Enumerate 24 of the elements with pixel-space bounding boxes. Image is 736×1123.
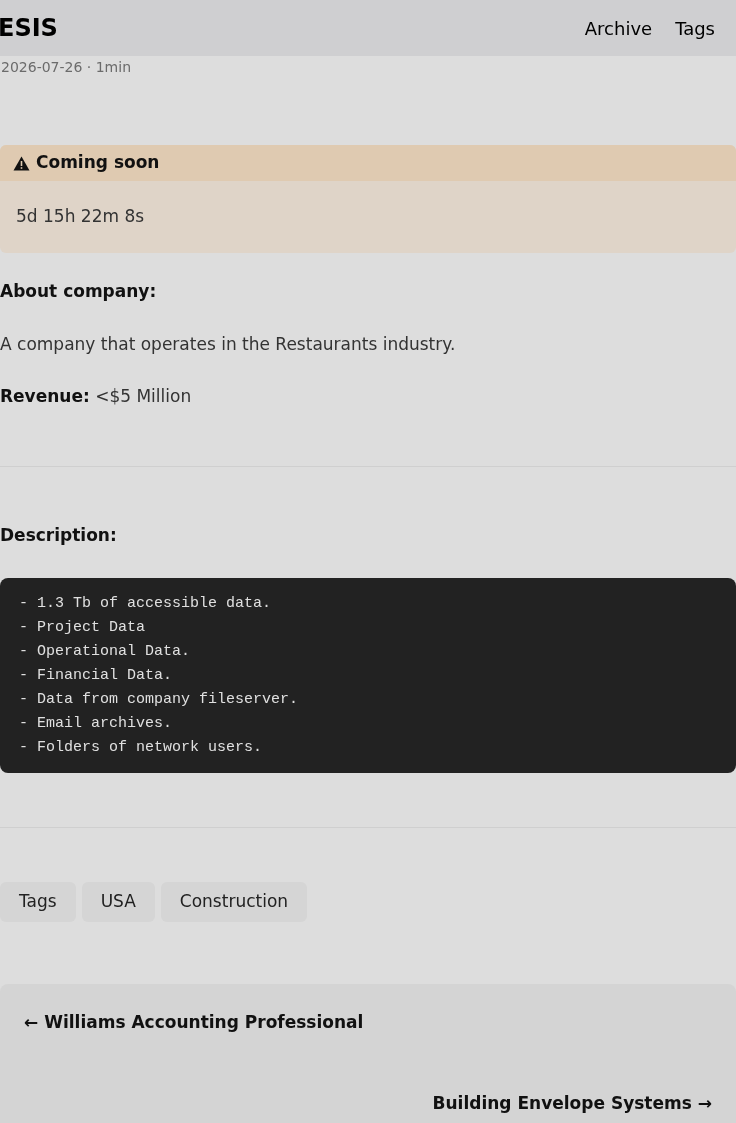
code-line: - Data from company fileserver. bbox=[19, 690, 300, 710]
code-line: - Project Data bbox=[19, 618, 147, 638]
countdown-text: 5d 15h 22m 8s bbox=[16, 205, 145, 229]
code-line: - Folders of network users. bbox=[19, 738, 264, 758]
code-line: - Financial Data. bbox=[19, 666, 174, 686]
company-description: A company that operates in the Restaurants industry. bbox=[0, 332, 457, 356]
post-meta: 2026-07-26 · 1min bbox=[1, 59, 132, 75]
site-title: ESIS bbox=[0, 13, 58, 44]
nav-link[interactable]: Tags bbox=[675, 14, 715, 42]
tag-chip[interactable]: Construction bbox=[160, 882, 308, 922]
section-heading: Description: bbox=[0, 524, 117, 545]
section-heading: About company: bbox=[0, 280, 158, 303]
tag-chip[interactable]: Tags bbox=[0, 882, 76, 922]
previous-post-link[interactable]: ← Williams Accounting Professional bbox=[24, 1010, 364, 1036]
warning-icon bbox=[13, 155, 30, 171]
nav-link[interactable]: Archive bbox=[584, 14, 653, 42]
next-post-link[interactable]: Building Envelope Systems → bbox=[432, 1090, 712, 1116]
notice-title: Coming soon bbox=[36, 151, 160, 175]
code-line: - 1.3 Tb of accessible data. bbox=[19, 594, 273, 614]
revenue-label: Revenue: bbox=[0, 386, 90, 406]
tag-chip[interactable]: USA bbox=[81, 882, 155, 922]
code-line: - Operational Data. bbox=[19, 642, 192, 662]
code-line: - Email archives. bbox=[19, 714, 174, 734]
revenue-value: <$5 Million bbox=[95, 386, 192, 406]
